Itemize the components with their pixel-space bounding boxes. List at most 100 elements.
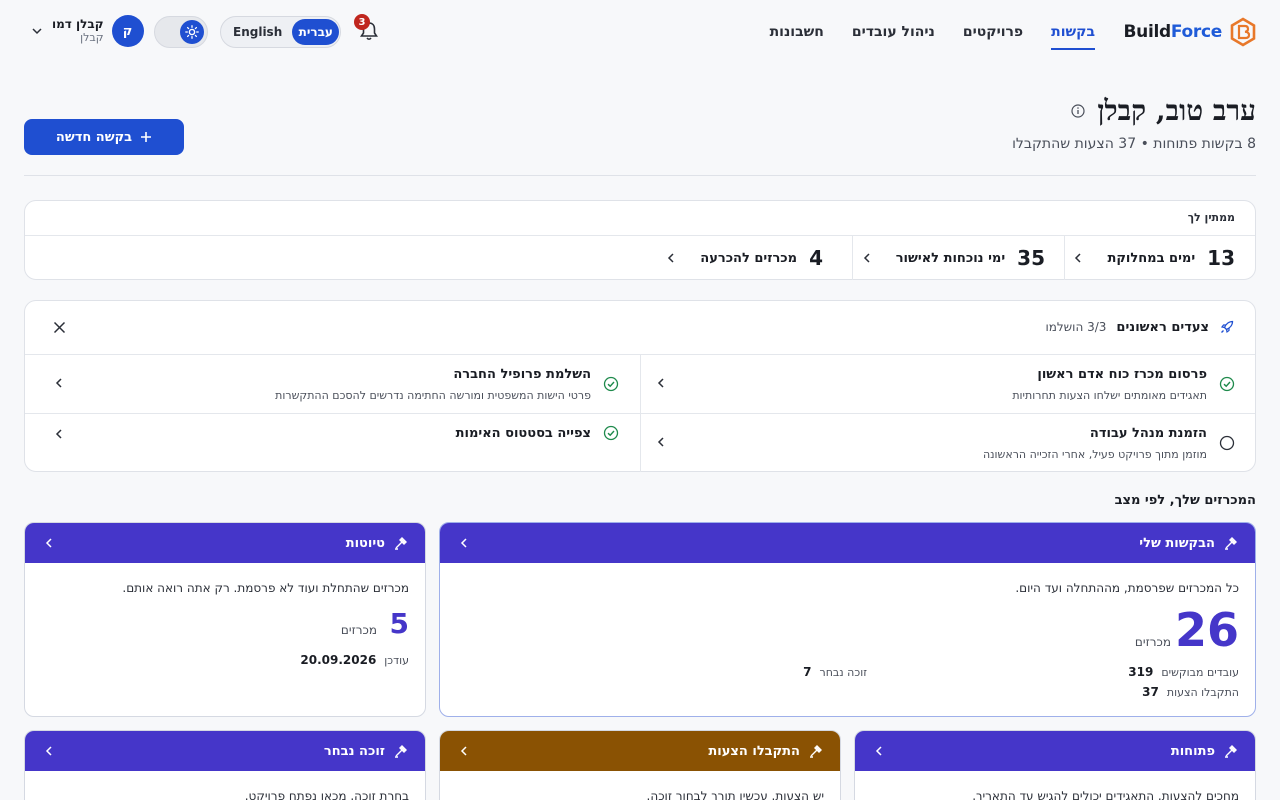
tender-count-label: מכרזים [1134,635,1171,649]
first-steps-progress: 3/3 הושלמו [1045,320,1107,334]
gavel-icon [395,537,407,550]
chevron-left-icon [657,378,664,388]
step-title: פרסום מכרז כוח אדם ראשון [1037,367,1207,382]
lang-english-option[interactable]: English [223,19,292,45]
theme-toggle[interactable] [154,16,208,48]
page-heading: ערב טוב, קבלן [1071,94,1256,128]
stat-value: 4 [809,246,823,270]
card-title: הבקשות שלי [1139,535,1215,551]
page-subtitle: 8 בקשות פתוחות • 37 הצעות שהתקבלו [1012,136,1256,152]
gavel-icon [1225,745,1237,758]
card-description: בחרת זוכה. מכאן נפתח פרויקט. [244,789,409,800]
chevron-left-icon [460,746,467,756]
card-description: מחכים להצעות. התאגידים יכולים להגיש עד ה… [972,789,1239,800]
kv-label: עובדים מבוקשים [1161,666,1239,679]
step-description: מוזמן מתוך פרויקט פעיל, אחרי הזכייה הראש… [982,448,1207,461]
first-steps-card: צעדים ראשונים 3/3 הושלמו פרסום מכרז כוח … [24,300,1256,472]
empty-circle-icon [1219,435,1235,451]
check-circle-icon [603,425,619,441]
card-description: מכרזים שהתחלת ועוד לא פרסמת. רק אתה רואה… [122,581,409,595]
brand-logo[interactable]: BuildForce [1124,16,1257,48]
chevron-left-icon [55,378,62,388]
avatar: ק [111,15,144,47]
kv-label: התקבלו הצעות [1166,686,1239,699]
kv-value: 37 [1142,685,1159,699]
step-description: פרטי הישות המשפטית ומורשה החתימה נדרשים … [275,389,591,402]
winner-chosen-count: זוכה נבחר 7 [803,665,867,679]
new-request-label: בקשה חדשה [55,129,133,145]
chevron-left-icon [863,253,870,263]
stat-tenders-to-decide[interactable]: 4 מכרזים להכרעה [664,236,823,280]
waiting-for-you-card: ממתין לך 13 ימים במחלוקת 35 ימי נוכחות ל… [24,200,1256,280]
new-request-button[interactable]: בקשה חדשה [24,119,184,155]
info-icon[interactable] [1071,104,1085,118]
step-verification-status[interactable]: צפייה בסטטוס האימות [53,414,619,472]
stat-attendance-days[interactable]: 35 ימי נוכחות לאישור [860,236,1045,280]
nav-projects[interactable]: פרויקטים [963,0,1023,64]
chevron-left-icon [460,538,467,548]
brand-name-part2: Force [1170,22,1222,42]
kv-value: 20.09.2026 [300,653,377,667]
step-title: השלמת פרופיל החברה [453,367,591,382]
chevron-left-icon [1075,253,1081,263]
sun-icon [180,20,204,44]
main-nav: בקשות פרויקטים ניהול עובדים חשבונות [770,0,1095,64]
stat-value: 35 [1017,246,1045,270]
chevron-left-icon [657,437,664,447]
stat-label: ימים במחלוקת [1107,250,1196,266]
step-description: תאגידים מאומתים ישלחו הצעות תחרותיות [1012,389,1207,402]
draft-count: 5 [389,607,409,640]
card-offers-received[interactable]: התקבלו הצעות יש הצעות. עכשיו תורך לבחור … [439,730,841,800]
stat-disputed-days[interactable]: 13 ימים במחלוקת [1071,236,1235,280]
rocket-icon [1220,320,1234,334]
step-title: הזמנת מנהל עבודה [1089,426,1207,441]
nav-accounts[interactable]: חשבונות [770,0,824,64]
lang-hebrew-option[interactable]: עברית [292,19,340,45]
plus-icon [141,132,152,142]
card-drafts[interactable]: טיוטות מכרזים שהתחלת ועוד לא פרסמת. רק א… [24,522,426,717]
chevron-left-icon [668,253,674,263]
draft-count-label: מכרזים [340,623,377,637]
stat-label: ימי נוכחות לאישור [895,250,1006,266]
user-role: קבלן [80,31,104,44]
step-publish-tender[interactable]: פרסום מכרז כוח אדם ראשון תאגידים מאומתים… [655,355,1235,413]
chevron-down-icon [32,28,42,35]
card-open[interactable]: פתוחות מחכים להצעות. התאגידים יכולים להג… [854,730,1256,800]
tenders-section-title: המכרזים שלך, לפי מצב [1114,493,1256,508]
kv-value: 319 [1128,665,1154,679]
kv-label: עודכן [384,654,409,667]
card-description: כל המכרזים שפרסמת, מההתחלה ועד היום. [1015,581,1239,595]
gavel-icon [395,745,407,758]
card-my-requests[interactable]: הבקשות שלי כל המכרזים שפרסמת, מההתחלה וע… [439,522,1256,717]
draft-updated: עודכן 20.09.2026 [300,653,409,667]
requested-workers: עובדים מבוקשים 319 [1128,665,1239,679]
page-title: ערב טוב, קבלן [1097,94,1256,127]
card-winner-chosen[interactable]: זוכה נבחר בחרת זוכה. מכאן נפתח פרויקט. [24,730,426,800]
check-circle-icon [1219,376,1235,392]
close-icon[interactable] [53,321,66,334]
kv-label: זוכה נבחר [819,666,867,679]
chevron-left-icon [45,746,52,756]
language-switcher: English עברית [220,16,341,48]
offers-received-count: התקבלו הצעות 37 [1142,685,1239,699]
card-title: זוכה נבחר [323,743,385,759]
step-invite-foreman[interactable]: הזמנת מנהל עבודה מוזמן מתוך פרויקט פעיל,… [655,414,1235,472]
tender-count: 26 [1174,603,1239,657]
nav-workforce[interactable]: ניהול עובדים [852,0,935,64]
brand-name-part1: Build [1123,22,1172,42]
card-description: יש הצעות. עכשיו תורך לבחור זוכה. [646,789,824,800]
notification-count-badge: 3 [354,14,370,30]
user-name: קבלן דמו [52,17,104,31]
step-company-profile[interactable]: השלמת פרופיל החברה פרטי הישות המשפטית ומ… [53,355,619,413]
notifications-button[interactable]: 3 [354,14,382,44]
step-title: צפייה בסטטוס האימות [455,426,591,441]
card-title: התקבלו הצעות [708,743,800,759]
nav-requests[interactable]: בקשות [1051,0,1095,64]
stat-value: 13 [1207,246,1235,270]
header-divider [24,175,1256,176]
gavel-icon [1225,537,1237,550]
chevron-left-icon [875,746,882,756]
user-menu[interactable]: קבלן דמו קבלן ק [30,15,144,47]
top-header: BuildForce בקשות פרויקטים ניהול עובדים ח… [0,0,1280,64]
card-title: טיוטות [345,535,385,551]
